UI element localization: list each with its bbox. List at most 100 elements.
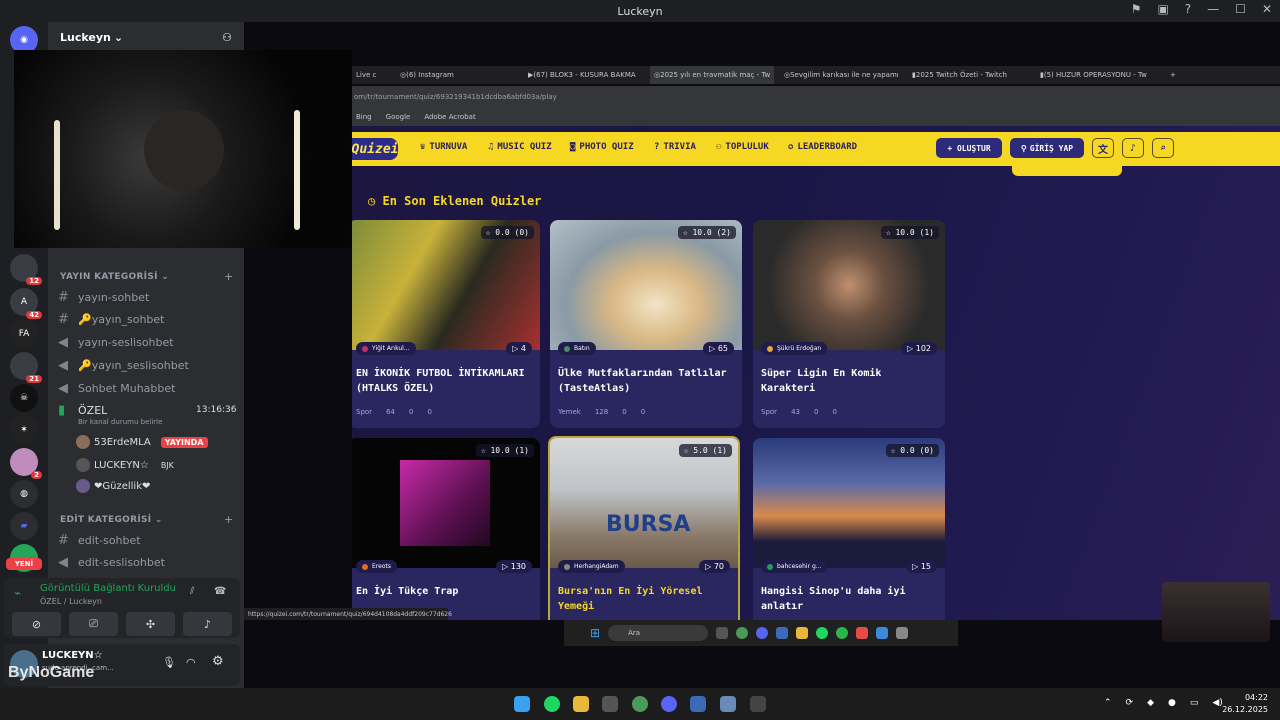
nav-photo-quiz[interactable]: ◙ PHOTO QUIZ — [570, 142, 634, 152]
nav-topluluk[interactable]: ⚇ TOPLULUK — [716, 142, 769, 152]
steam-icon[interactable] — [776, 627, 789, 639]
folder-icon[interactable] — [573, 696, 589, 712]
app-icon[interactable] — [896, 627, 909, 639]
server-icon[interactable]: ◍ — [10, 480, 38, 508]
gear-icon[interactable]: ⚙ — [212, 654, 224, 669]
store-icon[interactable] — [602, 696, 618, 712]
nav-turnuva[interactable]: ♛ TURNUVA — [420, 142, 467, 152]
new-tab-button[interactable]: + — [1166, 66, 1180, 84]
inbox-icon[interactable]: ⚑ — [1131, 2, 1142, 16]
steam-icon[interactable] — [690, 696, 706, 712]
author-chip[interactable]: bahcesehir g... — [761, 560, 828, 573]
browser-tab[interactable]: ▮ 2025 Twitch Özeti - Twitch — [908, 66, 1028, 84]
close-button[interactable]: ✕ — [1262, 2, 1272, 16]
discord-icon[interactable] — [661, 696, 677, 712]
headphones-icon[interactable]: ◠ — [186, 656, 196, 669]
category-edit[interactable]: EDİT KATEGORİSİ ⌄ — [60, 515, 163, 525]
author-chip[interactable]: Şükrü Erdoğan — [761, 342, 828, 355]
spotify-icon[interactable] — [816, 627, 829, 639]
inner-search-box[interactable]: Ara — [608, 625, 709, 641]
channel-yayin-sohbet[interactable]: # yayın-sohbet — [58, 290, 149, 305]
quiz-card[interactable]: ☆ 10.0 (1) Şükrü Erdoğan ▷ 102 Süper Lig… — [753, 220, 945, 428]
screen-icon[interactable]: ▣ — [1157, 2, 1168, 16]
browser-tab[interactable]: ◎ (6) Instagram — [396, 66, 516, 84]
channel-yayin-seslisohbet-key[interactable]: ◀ 🔑yayın_seslisohbet — [58, 358, 189, 373]
quiz-card[interactable]: ☆ 10.0 (1) Ereots ▷ 130 En İyi Tükçe Tra… — [352, 438, 540, 620]
taskview-icon[interactable] — [716, 627, 729, 639]
whatsapp-icon[interactable] — [836, 627, 849, 639]
browser-tab-active[interactable]: ◎ 2025 yılı en travmatik maç - Tw — [650, 66, 774, 84]
camera-off-button[interactable]: ⊘ — [12, 612, 61, 636]
category-yayin[interactable]: YAYIN KATEGORİSİ ⌄ — [60, 272, 169, 282]
channel-yayin-seslisohbet[interactable]: ◀ yayın-seslisohbet — [58, 335, 174, 350]
quiz-title[interactable]: Süper Ligin En Komik Karakteri — [761, 366, 939, 396]
server-icon[interactable]: A 42 — [10, 288, 42, 319]
server-icon[interactable]: ☠ — [10, 384, 38, 412]
server-icon[interactable]: 2 — [10, 448, 42, 479]
add-channel-icon[interactable]: + — [224, 513, 233, 526]
bell-icon[interactable]: ♪ — [1122, 138, 1144, 158]
nav-trivia[interactable]: ? TRIVIA — [654, 142, 696, 152]
quiz-title[interactable]: EN İKONİK FUTBOL İNTİKAMLARI (HTALKS ÖZE… — [356, 366, 534, 396]
channel-ozel[interactable]: ▮ ÖZEL — [58, 403, 107, 418]
channel-edit-seslisohbet[interactable]: ◀ edit-seslisohbet — [58, 555, 165, 570]
voice-member[interactable]: LUCKEYN☆ BJK — [76, 458, 174, 472]
server-icon[interactable]: FA — [10, 320, 38, 348]
discord-icon[interactable] — [756, 627, 769, 639]
author-chip[interactable]: HerhangiAdam — [558, 560, 625, 573]
quiz-title[interactable]: Hangisi Sinop'u daha iyi anlatır — [761, 584, 939, 614]
add-friend-icon[interactable]: ⚇ — [222, 31, 232, 44]
system-clock[interactable]: 04:22 26.12.2025 — [1222, 692, 1268, 716]
microphone-icon[interactable]: 🎙 — [162, 656, 176, 669]
author-chip[interactable]: Batın — [558, 342, 596, 355]
create-button[interactable]: + OLUŞTUR — [936, 138, 1002, 158]
maximize-button[interactable]: ☐ — [1235, 2, 1246, 16]
help-icon[interactable]: ? — [1185, 2, 1191, 16]
channel-yayin-sohbet-key[interactable]: # 🔑yayın_sohbet — [58, 312, 164, 327]
nav-leaderboard[interactable]: ✪ LEADERBOARD — [788, 142, 857, 152]
quiz-card[interactable]: ☆ 0.0 (0) Yiğit Arıkul... ▷ 4 EN İKONİK … — [352, 220, 540, 428]
noise-icon[interactable]: ⫽ — [190, 586, 194, 597]
quiz-card-hovered[interactable]: BURSA ☆ 5.0 (1) HerhangiAdam ▷ 70 Bursa'… — [548, 436, 740, 620]
channel-edit-sohbet[interactable]: # edit-sohbet — [58, 533, 141, 548]
server-icon[interactable]: 12 — [10, 254, 42, 285]
app-icon[interactable] — [720, 696, 736, 712]
soundboard-button[interactable]: ♪ — [183, 612, 232, 636]
login-button[interactable]: ⚲ GİRİŞ YAP — [1010, 138, 1084, 158]
app-icon[interactable] — [856, 627, 869, 639]
screenshare-button[interactable]: ⎚ — [69, 612, 118, 636]
windows-start-icon[interactable] — [514, 696, 530, 712]
system-tray[interactable]: ⌃ ⟳ ◆ ● ▭ ◀) — [1104, 698, 1223, 708]
server-header[interactable]: Luckeyn ⌄ ⚇ — [48, 22, 244, 52]
voice-member[interactable]: ❤Güzellik❤ — [76, 479, 150, 493]
browser-tab[interactable]: ▮ (5) HUZUR OPERASYONU - Tw — [1036, 66, 1156, 84]
windows-start-icon[interactable]: ⊞ — [590, 626, 600, 640]
browser-tab[interactable]: ▶ (67) BLOK3 - KUSURA BAKMA — [524, 66, 642, 84]
server-icon[interactable]: 21 — [10, 352, 42, 383]
app-icon[interactable] — [750, 696, 766, 712]
app-icon[interactable] — [876, 627, 889, 639]
browser-tab[interactable]: Live c — [352, 66, 392, 84]
quiz-title[interactable]: En İyi Tükçe Trap — [356, 584, 534, 599]
nav-music-quiz[interactable]: ♫ MUSIC QUIZ — [488, 142, 552, 152]
folder-icon[interactable] — [796, 627, 809, 639]
disconnect-icon[interactable]: ☎ — [214, 586, 226, 597]
bookmark-bing[interactable]: Bing — [356, 113, 372, 121]
author-chip[interactable]: Ereots — [356, 560, 397, 573]
channel-status[interactable]: Bir kanal durumu belirle — [78, 418, 162, 426]
search-icon[interactable]: ⌕ — [1152, 138, 1174, 158]
chrome-icon[interactable] — [736, 627, 749, 639]
quiz-card[interactable]: ☆ 0.0 (0) bahcesehir g... ▷ 15 Hangisi S… — [753, 438, 945, 620]
add-channel-icon[interactable]: + — [224, 270, 233, 283]
chrome-icon[interactable] — [632, 696, 648, 712]
folder-icon[interactable]: ▰ — [10, 512, 38, 540]
bookmark-google[interactable]: Google — [386, 113, 411, 121]
bookmark-acrobat[interactable]: Adobe Acrobat — [424, 113, 475, 121]
quiz-card[interactable]: ☆ 10.0 (2) Batın ▷ 65 Ülke Mutfaklarında… — [550, 220, 742, 428]
site-logo[interactable]: Quizei — [352, 138, 398, 160]
quiz-title[interactable]: Ülke Mutfaklarından Tatlılar (TasteAtlas… — [558, 366, 736, 396]
server-icon[interactable]: ✶ — [10, 416, 38, 444]
author-chip[interactable]: Yiğit Arıkul... — [356, 342, 416, 355]
quiz-title[interactable]: Bursa'nın En İyi Yöresel Yemeği — [558, 584, 736, 614]
translate-icon[interactable]: 文 — [1092, 138, 1114, 158]
